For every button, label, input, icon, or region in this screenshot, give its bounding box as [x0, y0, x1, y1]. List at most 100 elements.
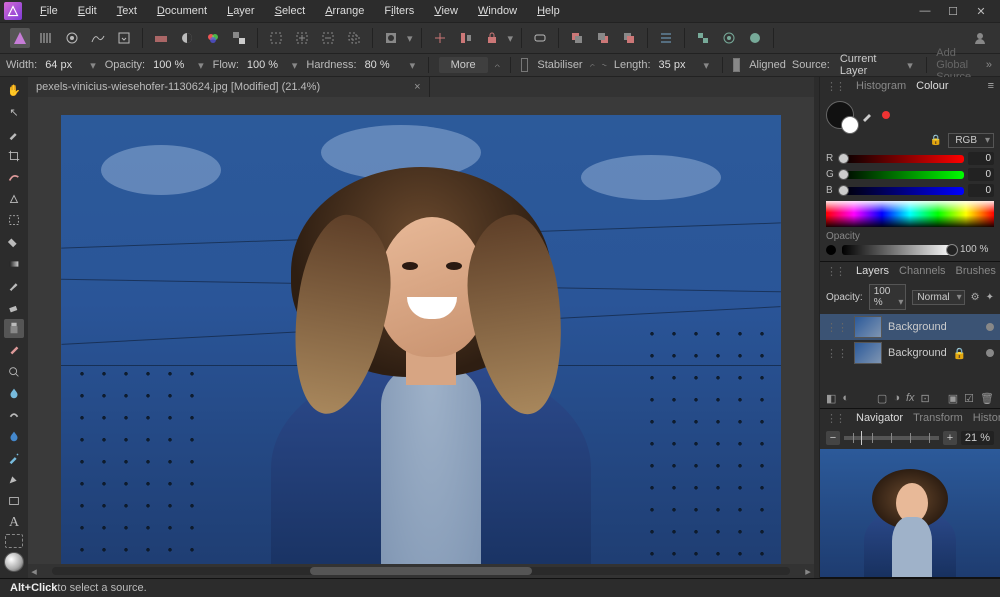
add-pixel-layer-icon[interactable]: ☑: [964, 392, 974, 405]
color-spectrum[interactable]: [826, 201, 994, 227]
tab-colour[interactable]: Colour: [916, 78, 948, 94]
color-wells[interactable]: [826, 101, 854, 129]
selection-brush-tool-icon[interactable]: [4, 167, 24, 187]
layer-row[interactable]: ⋮⋮ Background: [820, 314, 1000, 340]
tab-history[interactable]: History: [973, 410, 1000, 426]
gradient-tool-icon[interactable]: [4, 254, 24, 274]
hardness-input[interactable]: ▾: [363, 56, 419, 74]
layer-row[interactable]: ⋮⋮ Background 🔒: [820, 340, 1000, 366]
liquify-persona-icon[interactable]: [36, 28, 56, 48]
retouch-tool-icon[interactable]: [4, 448, 24, 468]
layer-visibility-icon[interactable]: [986, 349, 994, 357]
flood-select-tool-icon[interactable]: [4, 189, 24, 209]
force-pressure-icon[interactable]: [494, 58, 501, 72]
target-icon[interactable]: [719, 28, 739, 48]
selection-add-icon[interactable]: [292, 28, 312, 48]
source-select[interactable]: Current Layer▾: [836, 56, 916, 74]
menu-layer[interactable]: Layer: [217, 2, 265, 20]
window-minimize[interactable]: —: [918, 5, 932, 18]
navigator-thumbnail[interactable]: [820, 449, 1000, 577]
lock-children-icon[interactable]: [482, 28, 502, 48]
zoom-out-button[interactable]: −: [826, 431, 840, 445]
group-icon[interactable]: [693, 28, 713, 48]
group-layers-icon[interactable]: ▣: [948, 392, 958, 405]
marquee-tool-icon[interactable]: [4, 211, 24, 231]
window-maximize[interactable]: ☐: [946, 5, 960, 18]
assistant-icon[interactable]: [530, 28, 550, 48]
arrange-icon[interactable]: [656, 28, 676, 48]
menu-edit[interactable]: Edit: [68, 2, 107, 20]
window-mode-icon[interactable]: [601, 58, 608, 72]
opacity-value[interactable]: 100 %: [960, 244, 994, 255]
stabiliser-checkbox[interactable]: [521, 58, 529, 72]
b-value[interactable]: 0: [968, 184, 994, 197]
recent-color-dot[interactable]: [882, 111, 890, 119]
menu-select[interactable]: Select: [265, 2, 316, 20]
opacity-input[interactable]: ▾: [151, 56, 207, 74]
rope-mode-icon[interactable]: [589, 58, 596, 72]
lock-icon[interactable]: 🔒: [930, 135, 942, 146]
auto-contrast-icon[interactable]: [177, 28, 197, 48]
eyedropper-icon[interactable]: [860, 107, 876, 123]
crop-tool-icon[interactable]: [4, 146, 24, 166]
zoom-slider[interactable]: [844, 436, 939, 440]
opacity-slider[interactable]: [842, 245, 954, 255]
selection-subtract-icon[interactable]: [318, 28, 338, 48]
tab-layers[interactable]: Layers: [856, 263, 889, 279]
pen-tool-icon[interactable]: [4, 470, 24, 490]
photo-persona-icon[interactable]: [10, 28, 30, 48]
clone-tool-icon[interactable]: [4, 319, 24, 339]
order-forward-icon[interactable]: [619, 28, 639, 48]
zoom-tool-icon[interactable]: [5, 534, 23, 548]
auto-wb-icon[interactable]: [229, 28, 249, 48]
flood-fill-tool-icon[interactable]: [4, 232, 24, 252]
flow-input[interactable]: ▾: [245, 56, 301, 74]
quickmask-icon[interactable]: [381, 28, 401, 48]
view-tool-icon[interactable]: ✋: [4, 81, 24, 101]
length-input[interactable]: ▾: [657, 56, 713, 74]
b-slider[interactable]: [840, 187, 964, 195]
paint-brush-tool-icon[interactable]: [4, 275, 24, 295]
order-back-icon[interactable]: [593, 28, 613, 48]
adjustment-layer-icon[interactable]: ◐: [842, 392, 849, 405]
add-fx-icon[interactable]: fx: [906, 392, 915, 405]
tab-navigator[interactable]: Navigator: [856, 410, 903, 426]
tab-channels[interactable]: Channels: [899, 263, 945, 279]
dodge-tool-icon[interactable]: [4, 362, 24, 382]
crop-to-canvas-icon[interactable]: ⊡: [921, 392, 930, 405]
lock-icon[interactable]: 🔒: [953, 347, 967, 360]
auto-colors-icon[interactable]: [203, 28, 223, 48]
aligned-checkbox[interactable]: [733, 58, 741, 72]
rectangle-tool-icon[interactable]: [4, 491, 24, 511]
canvas[interactable]: [28, 97, 814, 564]
overflow-icon[interactable]: »: [986, 59, 994, 71]
color-mode-select[interactable]: RGB: [948, 133, 994, 148]
export-persona-icon[interactable]: [114, 28, 134, 48]
g-value[interactable]: 0: [968, 168, 994, 181]
erase-tool-icon[interactable]: [4, 297, 24, 317]
document-tab[interactable]: pexels-vinicius-wiesehofer-1130624.jpg […: [28, 77, 430, 97]
close-tab-icon[interactable]: ×: [414, 81, 420, 93]
add-adjustment-icon[interactable]: ◑: [893, 392, 900, 405]
blend-mode-select[interactable]: Normal: [912, 290, 964, 305]
order-front-icon[interactable]: [567, 28, 587, 48]
layer-name[interactable]: Background: [888, 321, 947, 333]
r-value[interactable]: 0: [968, 152, 994, 165]
auto-levels-icon[interactable]: [151, 28, 171, 48]
zoom-value[interactable]: 21 %: [961, 431, 994, 445]
zoom-in-button[interactable]: +: [943, 431, 957, 445]
blur-tool-icon[interactable]: [4, 383, 24, 403]
selection-new-icon[interactable]: [266, 28, 286, 48]
align-icon[interactable]: [456, 28, 476, 48]
layer-opacity-select[interactable]: 100 %: [869, 284, 907, 310]
menu-filters[interactable]: Filters: [374, 2, 424, 20]
insert-icon[interactable]: [745, 28, 765, 48]
panel-grip-icon[interactable]: ⋮⋮: [826, 80, 844, 93]
menu-file[interactable]: File: [30, 2, 68, 20]
menu-text[interactable]: Text: [107, 2, 147, 20]
menu-document[interactable]: Document: [147, 2, 217, 20]
delete-layer-icon[interactable]: 🗑: [980, 392, 994, 405]
r-slider[interactable]: [840, 155, 964, 163]
tab-histogram[interactable]: Histogram: [856, 78, 906, 94]
smudge-tool-icon[interactable]: [4, 405, 24, 425]
